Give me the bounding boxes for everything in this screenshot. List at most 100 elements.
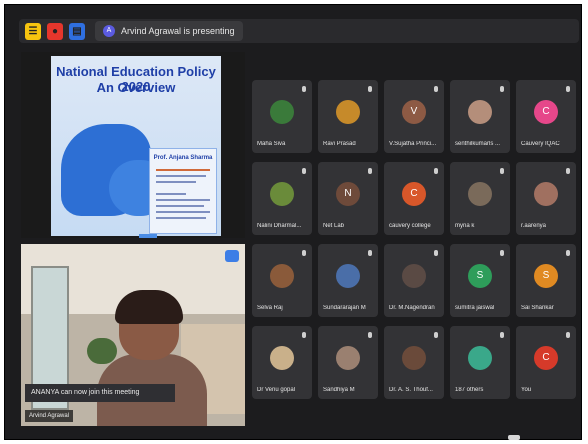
participant-avatar: S: [534, 264, 558, 288]
participant-avatar: [534, 182, 558, 206]
participant-tile[interactable]: r.aarenya: [516, 162, 576, 235]
mic-icon: [368, 332, 372, 338]
participant-avatar: [270, 182, 294, 206]
participant-name: Maha Siva: [257, 141, 286, 147]
join-notification[interactable]: ANANYA can now join this meeting: [25, 384, 175, 402]
participant-avatar: C: [402, 182, 426, 206]
participant-tile[interactable]: N Net Lab: [318, 162, 378, 235]
participant-tile[interactable]: Dr. A. S. Thouf...: [384, 326, 444, 399]
participant-tile[interactable]: Sandhiya M: [318, 326, 378, 399]
card-line: [156, 193, 186, 195]
participant-avatar: [402, 346, 426, 370]
presentation-slide: National Education Policy 2020 An Overvi…: [51, 56, 221, 236]
mic-icon: [500, 86, 504, 92]
card-line: [156, 217, 206, 219]
participant-tile[interactable]: Selva Raj: [252, 244, 312, 317]
card-line: [156, 211, 210, 213]
mic-icon: [566, 332, 570, 338]
mic-icon: [434, 332, 438, 338]
participant-avatar: [468, 346, 492, 370]
participant-tile[interactable]: 187 others: [450, 326, 510, 399]
participant-name: Dr. M.Nagendran: [389, 305, 435, 311]
card-line: [156, 175, 206, 177]
shared-screen[interactable]: National Education Policy 2020 An Overvi…: [21, 52, 245, 238]
mic-icon: [500, 332, 504, 338]
mic-icon: [500, 168, 504, 174]
participant-name: You: [521, 387, 532, 393]
presenting-text: Arvind Agrawal is presenting: [121, 26, 235, 36]
record-glyph: ●: [51, 26, 59, 37]
mic-icon: [302, 168, 306, 174]
participant-tile[interactable]: Ravi Prasad: [318, 80, 378, 153]
mic-icon: [368, 86, 372, 92]
mic-icon: [302, 332, 306, 338]
mic-icon: [500, 250, 504, 256]
document-icon[interactable]: ▤: [69, 23, 85, 40]
participant-tile[interactable]: myna k: [450, 162, 510, 235]
participant-avatar: C: [534, 346, 558, 370]
speaker-video[interactable]: ANANYA can now join this meeting Arvind …: [21, 244, 245, 426]
presenter-avatar: A: [103, 25, 115, 37]
participant-avatar: N: [336, 182, 360, 206]
participant-tile[interactable]: Ccauvery college: [384, 162, 444, 235]
participant-avatar: [468, 182, 492, 206]
participant-name: myna k: [455, 223, 475, 229]
participant-name: Cauvery IQAC: [521, 141, 560, 147]
participant-name: Sundararajan M: [323, 305, 366, 311]
participant-name: Sai Shankar: [521, 305, 554, 311]
participant-avatar: [468, 100, 492, 124]
participant-tile[interactable]: Maha Siva: [252, 80, 312, 153]
participant-name: Net Lab: [323, 223, 345, 229]
mic-icon: [302, 86, 306, 92]
participant-name: Sandhiya M: [323, 387, 355, 393]
app-glyph: ☰: [28, 26, 38, 37]
participant-name: Selva Raj: [257, 305, 283, 311]
mic-icon: [566, 168, 570, 174]
card-line: [156, 205, 204, 207]
participant-name: Dr Venu gopal: [257, 387, 296, 393]
participant-tile[interactable]: Dr. M.Nagendran: [384, 244, 444, 317]
background-plant: [87, 338, 117, 364]
participant-tile[interactable]: Ssumitra jaiswal: [450, 244, 510, 317]
participant-name: 187 others: [455, 387, 484, 393]
participant-tile[interactable]: senthilkumarls ...: [450, 80, 510, 153]
speaker-name-label: Arvind Agrawal: [25, 410, 74, 422]
participant-avatar: V: [402, 100, 426, 124]
mic-icon: [434, 250, 438, 256]
mic-icon: [566, 250, 570, 256]
mic-icon: [368, 168, 372, 174]
participant-tile[interactable]: C You: [516, 326, 576, 399]
participant-avatar: S: [468, 264, 492, 288]
participant-tile[interactable]: V V.Sujatha Princi...: [384, 80, 444, 153]
mic-icon: [434, 168, 438, 174]
participant-name: sumitra jaiswal: [455, 305, 495, 311]
participant-tile[interactable]: C Cauvery IQAC: [516, 80, 576, 153]
mic-icon: [434, 86, 438, 92]
mic-icon: [368, 250, 372, 256]
document-glyph: ▤: [72, 26, 82, 37]
participant-name: V.Sujatha Princi...: [389, 141, 437, 147]
app-icon-yellow[interactable]: ☰: [25, 23, 41, 40]
participant-tile[interactable]: Dr Venu gopal: [252, 326, 312, 399]
participant-tile[interactable]: S Sai Shankar: [516, 244, 576, 317]
card-line: [156, 199, 210, 201]
participant-tile[interactable]: Sundararajan M: [318, 244, 378, 317]
participant-name: Dr. A. S. Thouf...: [389, 387, 433, 393]
participant-name: r.aarenya: [521, 223, 547, 229]
presenting-banner: A Arvind Agrawal is presenting: [95, 21, 243, 41]
mic-icon: [566, 86, 570, 92]
participant-avatar: [270, 346, 294, 370]
participant-avatar: C: [534, 100, 558, 124]
record-icon[interactable]: ●: [47, 23, 63, 40]
mic-icon: [302, 250, 306, 256]
participant-avatar: [336, 100, 360, 124]
slide-control[interactable]: [139, 234, 157, 238]
participant-name: Ravi Prasad: [323, 141, 356, 147]
speaking-indicator-icon: [225, 250, 239, 262]
participant-tile[interactable]: Nalini Dharmal...: [252, 162, 312, 235]
more-options-icon[interactable]: [508, 435, 520, 440]
participant-avatar: [270, 100, 294, 124]
participant-avatar: [336, 264, 360, 288]
participant-name: Nalini Dharmal...: [257, 223, 302, 229]
participant-avatar: [336, 346, 360, 370]
